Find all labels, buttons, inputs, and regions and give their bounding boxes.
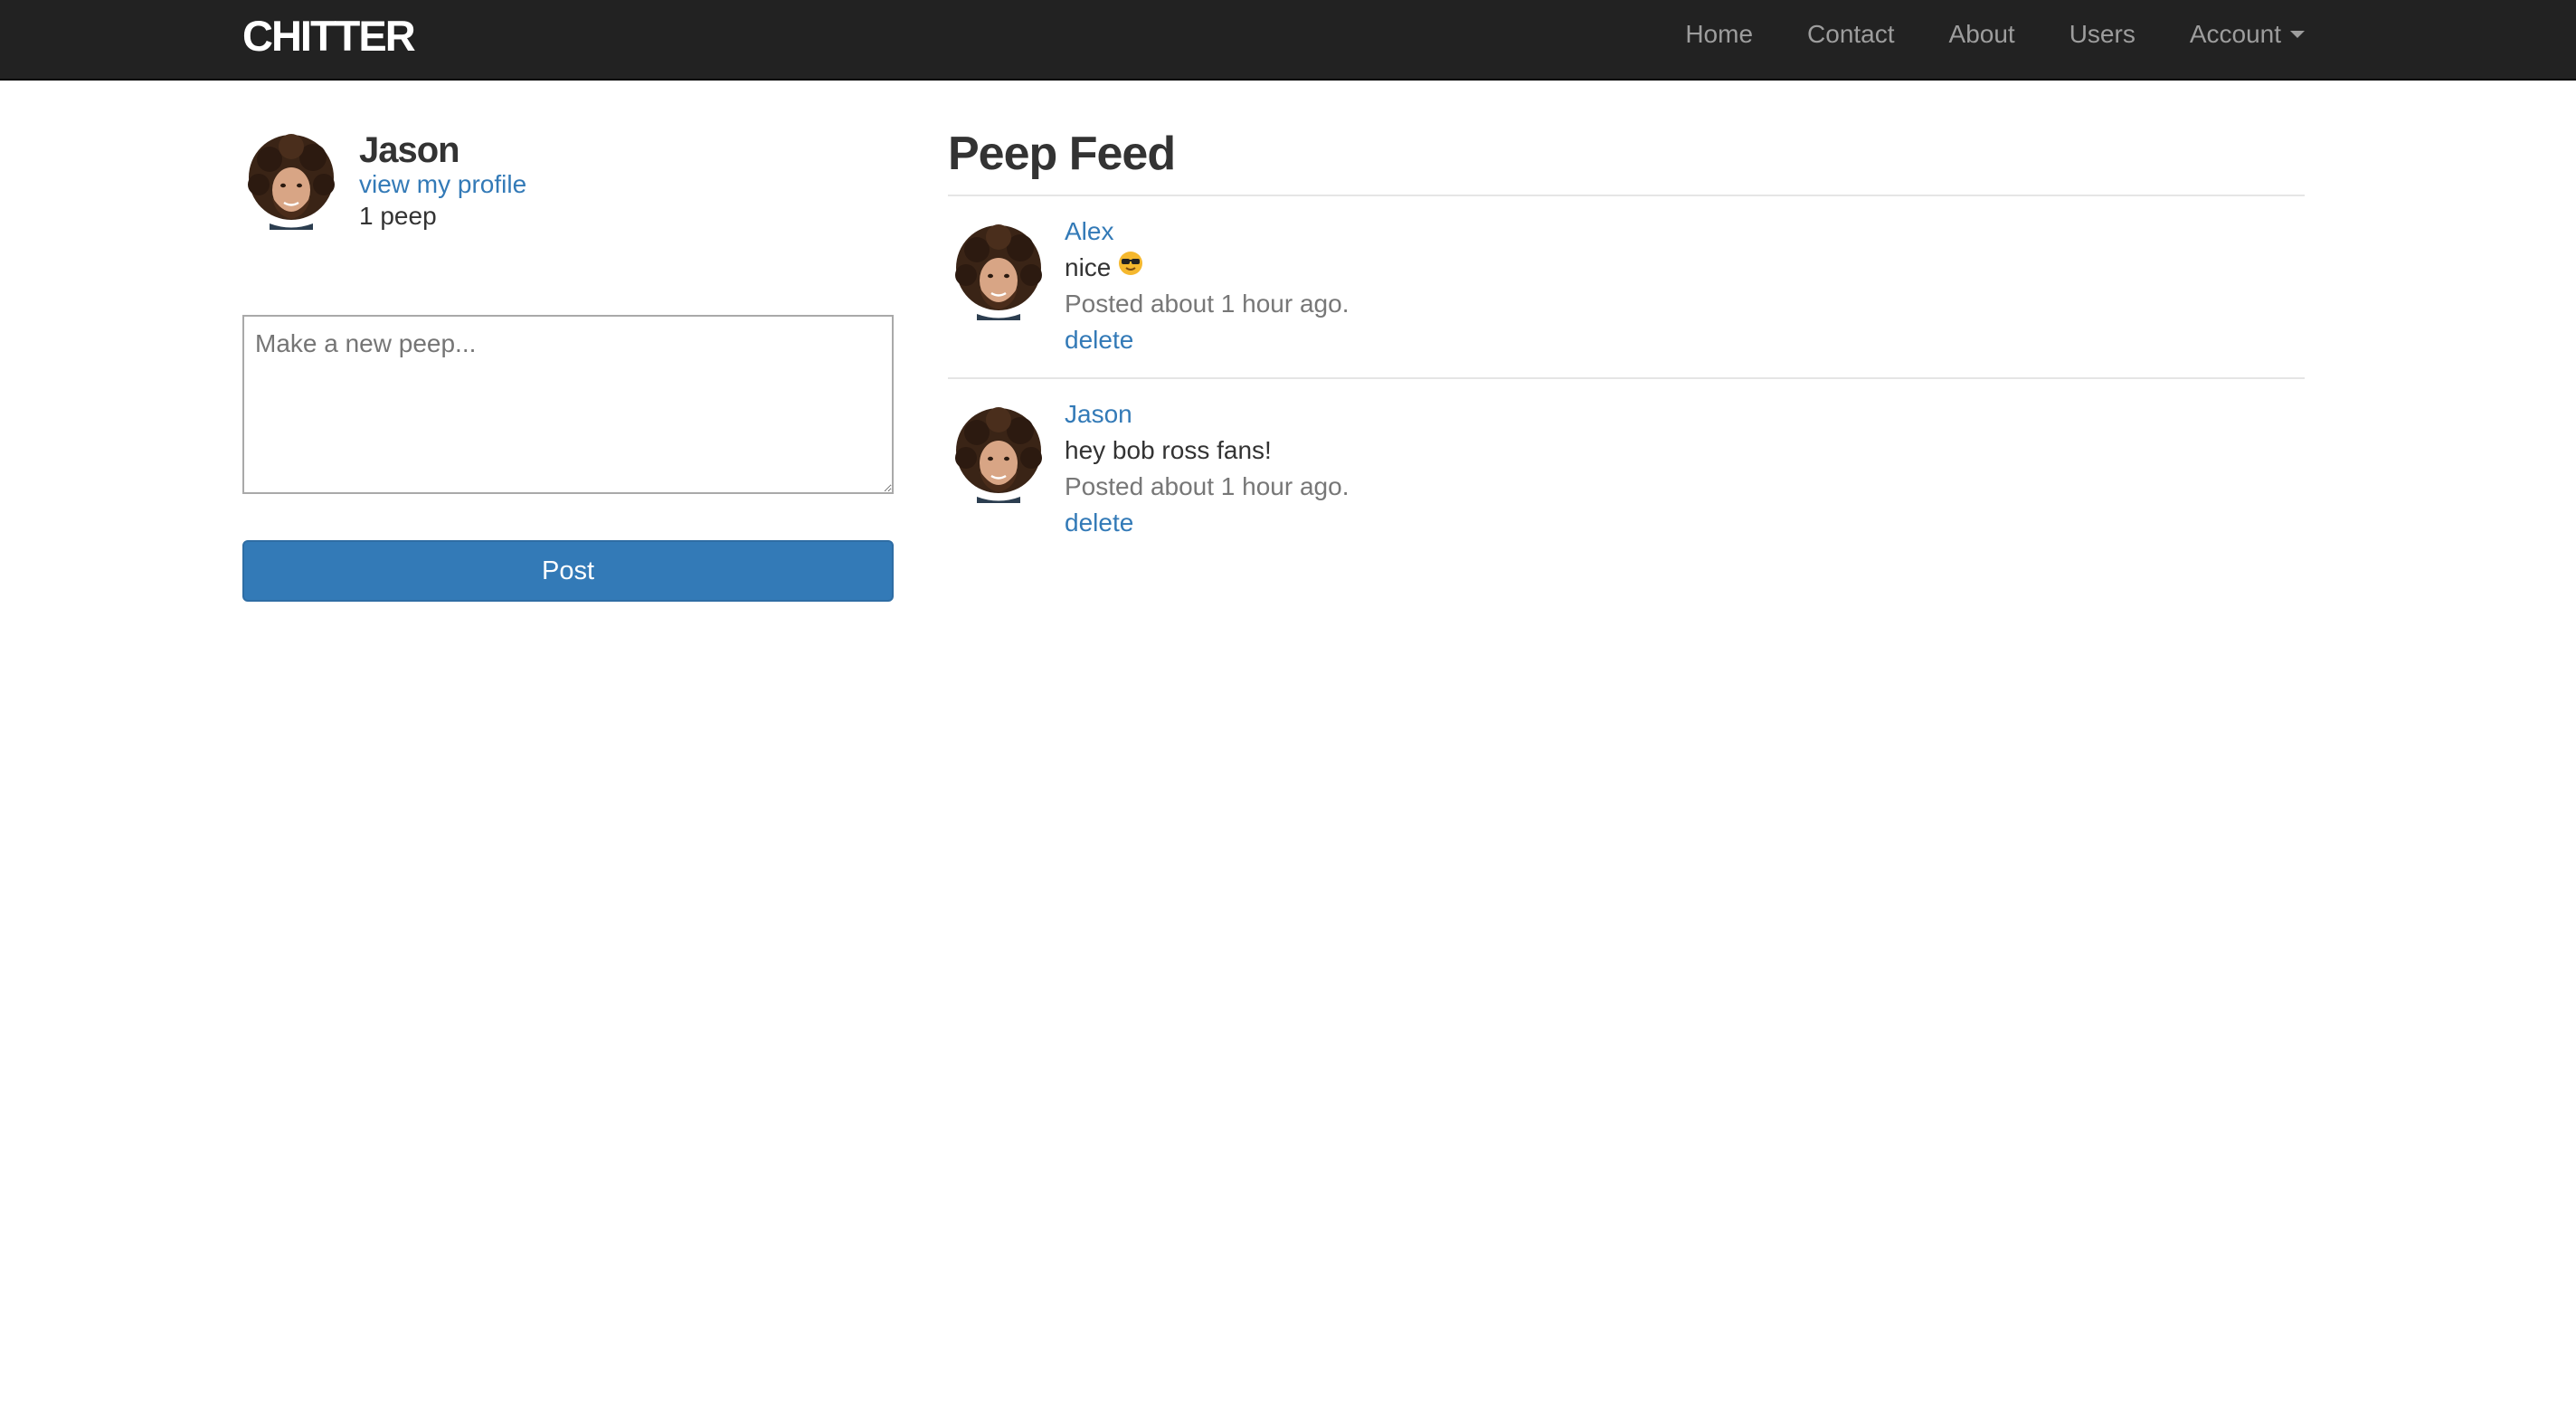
nav-contact-link[interactable]: Contact	[1807, 0, 1895, 69]
peep-divider	[948, 377, 2305, 379]
avatar-icon	[242, 132, 340, 230]
avatar-icon	[950, 223, 1047, 320]
nav-menu: Home Contact About Users Account	[1631, 0, 2305, 69]
peep-delete-link[interactable]: delete	[1065, 508, 1133, 537]
nav-account-label: Account	[2189, 20, 2281, 48]
caret-down-icon	[2290, 30, 2305, 38]
navbar: CHITTER Home Contact About Users Account	[0, 0, 2576, 81]
peep-text: nice	[1065, 251, 1143, 285]
new-peep-input[interactable]	[242, 315, 894, 494]
peep-timestamp: Posted about 1 hour ago.	[1065, 472, 1350, 500]
post-button[interactable]: Post	[242, 540, 894, 602]
nav-home-link[interactable]: Home	[1685, 0, 1753, 69]
peep-delete-link[interactable]: delete	[1065, 326, 1133, 355]
brand-logo[interactable]: CHITTER	[242, 9, 416, 63]
avatar-icon	[950, 405, 1047, 503]
feed-title-divider	[948, 195, 2305, 196]
nav-about-link[interactable]: About	[1949, 0, 2015, 69]
profile-avatar	[242, 132, 340, 230]
profile-name: Jason	[359, 130, 460, 170]
peep-text: hey bob ross fans!	[1065, 436, 1272, 464]
sunglasses-emoji-icon	[1118, 251, 1143, 282]
feed-title: Peep Feed	[948, 128, 1176, 180]
peep-count: 1 peep	[359, 202, 437, 230]
peep-text-content: nice	[1065, 253, 1112, 281]
peep-author-link[interactable]: Alex	[1065, 217, 1113, 246]
peep-avatar	[950, 405, 1047, 503]
view-profile-link[interactable]: view my profile	[359, 170, 526, 199]
nav-users-link[interactable]: Users	[2069, 0, 2136, 69]
peep-timestamp: Posted about 1 hour ago.	[1065, 290, 1350, 318]
peep-avatar	[950, 223, 1047, 320]
nav-account-dropdown[interactable]: Account	[2190, 0, 2305, 69]
peep-author-link[interactable]: Jason	[1065, 400, 1132, 429]
